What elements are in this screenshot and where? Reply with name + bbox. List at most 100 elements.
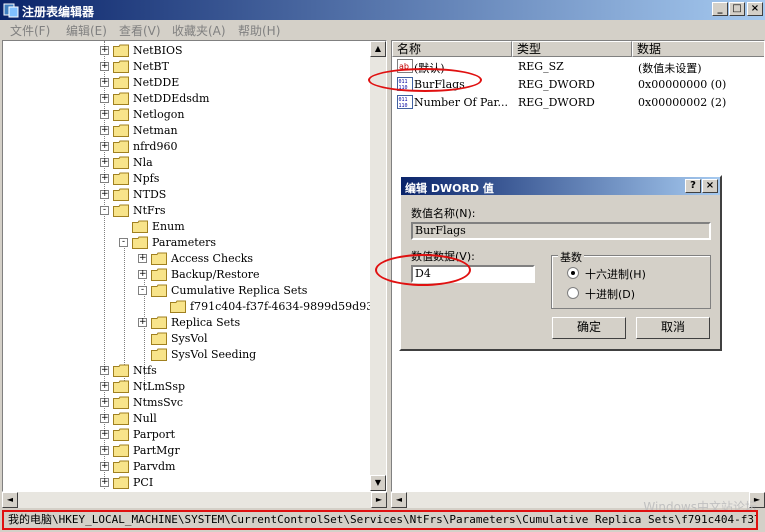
- scroll-up-arrow-icon[interactable]: ▲: [370, 41, 386, 57]
- expand-icon[interactable]: +: [100, 462, 109, 471]
- expand-icon[interactable]: +: [100, 142, 109, 151]
- menu-help[interactable]: 帮助(H): [238, 22, 280, 39]
- expand-icon[interactable]: +: [100, 94, 109, 103]
- dialog-close-button[interactable]: ×: [702, 179, 718, 193]
- folder-icon: [113, 428, 129, 441]
- folder-icon: [113, 364, 129, 377]
- tree-item-label: NTDS: [133, 188, 167, 201]
- expand-icon[interactable]: +: [100, 158, 109, 167]
- expand-icon[interactable]: +: [100, 414, 109, 423]
- dialog-title: 编辑 DWORD 值: [405, 182, 494, 195]
- expand-icon[interactable]: +: [100, 382, 109, 391]
- expand-icon[interactable]: +: [100, 430, 109, 439]
- column-header-data[interactable]: 数据: [632, 41, 764, 57]
- expand-icon[interactable]: +: [138, 318, 147, 327]
- tree-item-label: Ntfs: [133, 364, 157, 377]
- tree-item-label: Access Checks: [171, 252, 254, 265]
- folder-icon: [151, 332, 167, 345]
- list-item[interactable]: 011 110 Number Of Par... REG_DWORD 0x0000000…: [392, 94, 764, 111]
- folder-icon: [170, 300, 186, 313]
- folder-icon: [113, 156, 129, 169]
- column-header-name[interactable]: 名称: [392, 41, 512, 57]
- expand-icon[interactable]: +: [100, 46, 109, 55]
- folder-icon: [113, 444, 129, 457]
- tree-item-label: NtLmSsp: [133, 380, 186, 393]
- collapse-icon[interactable]: -: [138, 286, 147, 295]
- expand-icon[interactable]: +: [100, 126, 109, 135]
- tree-item-label: NetDDEdsdm: [133, 92, 210, 105]
- tree-item-label: Parport: [133, 428, 176, 441]
- tree-item-label: Parvdm: [133, 460, 176, 473]
- cell-type: REG_SZ: [518, 60, 564, 73]
- folder-icon: [113, 124, 129, 137]
- column-header-type[interactable]: 类型: [512, 41, 632, 57]
- scroll-down-arrow-icon[interactable]: ▼: [370, 475, 386, 491]
- cell-name: Number Of Par...: [414, 96, 509, 109]
- menu-view[interactable]: 查看(V): [119, 22, 161, 39]
- folder-icon: [113, 60, 129, 73]
- tree-horizontal-scrollbar[interactable]: ◄ ►: [2, 492, 387, 508]
- tree-pane[interactable]: + NetBIOS + NetBT + NetDDE + NetDDEdsdm + Netlogo…: [2, 40, 387, 492]
- expand-icon[interactable]: +: [100, 78, 109, 87]
- expand-icon[interactable]: +: [100, 478, 109, 487]
- tree-item-label: SysVol Seeding: [171, 348, 257, 361]
- folder-icon: [113, 76, 129, 89]
- expand-icon[interactable]: +: [100, 174, 109, 183]
- folder-icon: [151, 348, 167, 361]
- minimize-button[interactable]: _: [712, 2, 728, 16]
- title-bar: 注册表编辑器 _ □ ×: [0, 0, 765, 20]
- scroll-left-arrow-icon[interactable]: ◄: [2, 492, 18, 508]
- tree-item-label: nfrd960: [133, 140, 178, 153]
- folder-icon: [113, 460, 129, 473]
- cancel-button[interactable]: 取消: [636, 317, 710, 339]
- cell-data: (数值未设置): [638, 62, 702, 75]
- expand-icon[interactable]: +: [100, 398, 109, 407]
- expand-icon[interactable]: +: [138, 254, 147, 263]
- menu-favorites[interactable]: 收藏夹(A): [172, 22, 226, 39]
- tree-item-label: PartMgr: [133, 444, 180, 457]
- hex-label[interactable]: 十六进制(H): [585, 266, 646, 282]
- expand-icon[interactable]: +: [100, 110, 109, 119]
- cell-type: REG_DWORD: [518, 78, 595, 91]
- scroll-left-arrow-icon[interactable]: ◄: [391, 492, 407, 508]
- tree-item-label: Parameters: [152, 236, 217, 249]
- hex-radio[interactable]: [567, 267, 579, 279]
- tree-item-label: Netman: [133, 124, 178, 137]
- cell-data: 0x00000000 (0): [638, 78, 727, 91]
- tree-item-label: PCI: [133, 476, 154, 489]
- scroll-right-arrow-icon[interactable]: ►: [371, 492, 387, 508]
- maximize-button[interactable]: □: [729, 2, 745, 16]
- decimal-label[interactable]: 十进制(D): [585, 286, 635, 302]
- expand-icon[interactable]: +: [138, 270, 147, 279]
- expand-icon[interactable]: +: [100, 190, 109, 199]
- tree-view: + NetBIOS + NetBT + NetDDE + NetDDEdsdm + Netlogo…: [3, 41, 371, 491]
- base-label: 基数: [558, 249, 584, 265]
- folder-icon: [113, 140, 129, 153]
- menu-bar: 文件(F) 编辑(E) 查看(V) 收藏夹(A) 帮助(H): [0, 20, 765, 38]
- collapse-icon[interactable]: -: [100, 206, 109, 215]
- menu-edit[interactable]: 编辑(E): [66, 22, 107, 39]
- folder-icon: [113, 188, 129, 201]
- expand-icon[interactable]: +: [100, 62, 109, 71]
- tree-item-label: NetDDE: [133, 76, 180, 89]
- help-button[interactable]: ?: [685, 179, 701, 193]
- folder-icon: [151, 316, 167, 329]
- tree-item-label: NetBT: [133, 60, 169, 73]
- menu-file[interactable]: 文件(F): [10, 22, 50, 39]
- status-bar-path: 我的电脑\HKEY_LOCAL_MACHINE\SYSTEM\CurrentCo…: [2, 510, 758, 530]
- expand-icon[interactable]: +: [100, 366, 109, 375]
- tree-item-label: Backup/Restore: [171, 268, 260, 281]
- tree-item-label: Enum: [152, 220, 185, 233]
- tree-item-label: NtFrs: [133, 204, 166, 217]
- close-button[interactable]: ×: [747, 2, 763, 16]
- annotation-ellipse: [368, 68, 482, 92]
- decimal-radio[interactable]: [567, 287, 579, 299]
- tree-item-label: Nla: [133, 156, 153, 169]
- collapse-icon[interactable]: -: [119, 238, 128, 247]
- folder-icon: [113, 172, 129, 185]
- expand-icon[interactable]: +: [100, 446, 109, 455]
- cell-type: REG_DWORD: [518, 96, 595, 109]
- ok-button[interactable]: 确定: [552, 317, 626, 339]
- value-name-label: 数值名称(N):: [411, 207, 476, 220]
- tree-item-label: Netlogon: [133, 108, 185, 121]
